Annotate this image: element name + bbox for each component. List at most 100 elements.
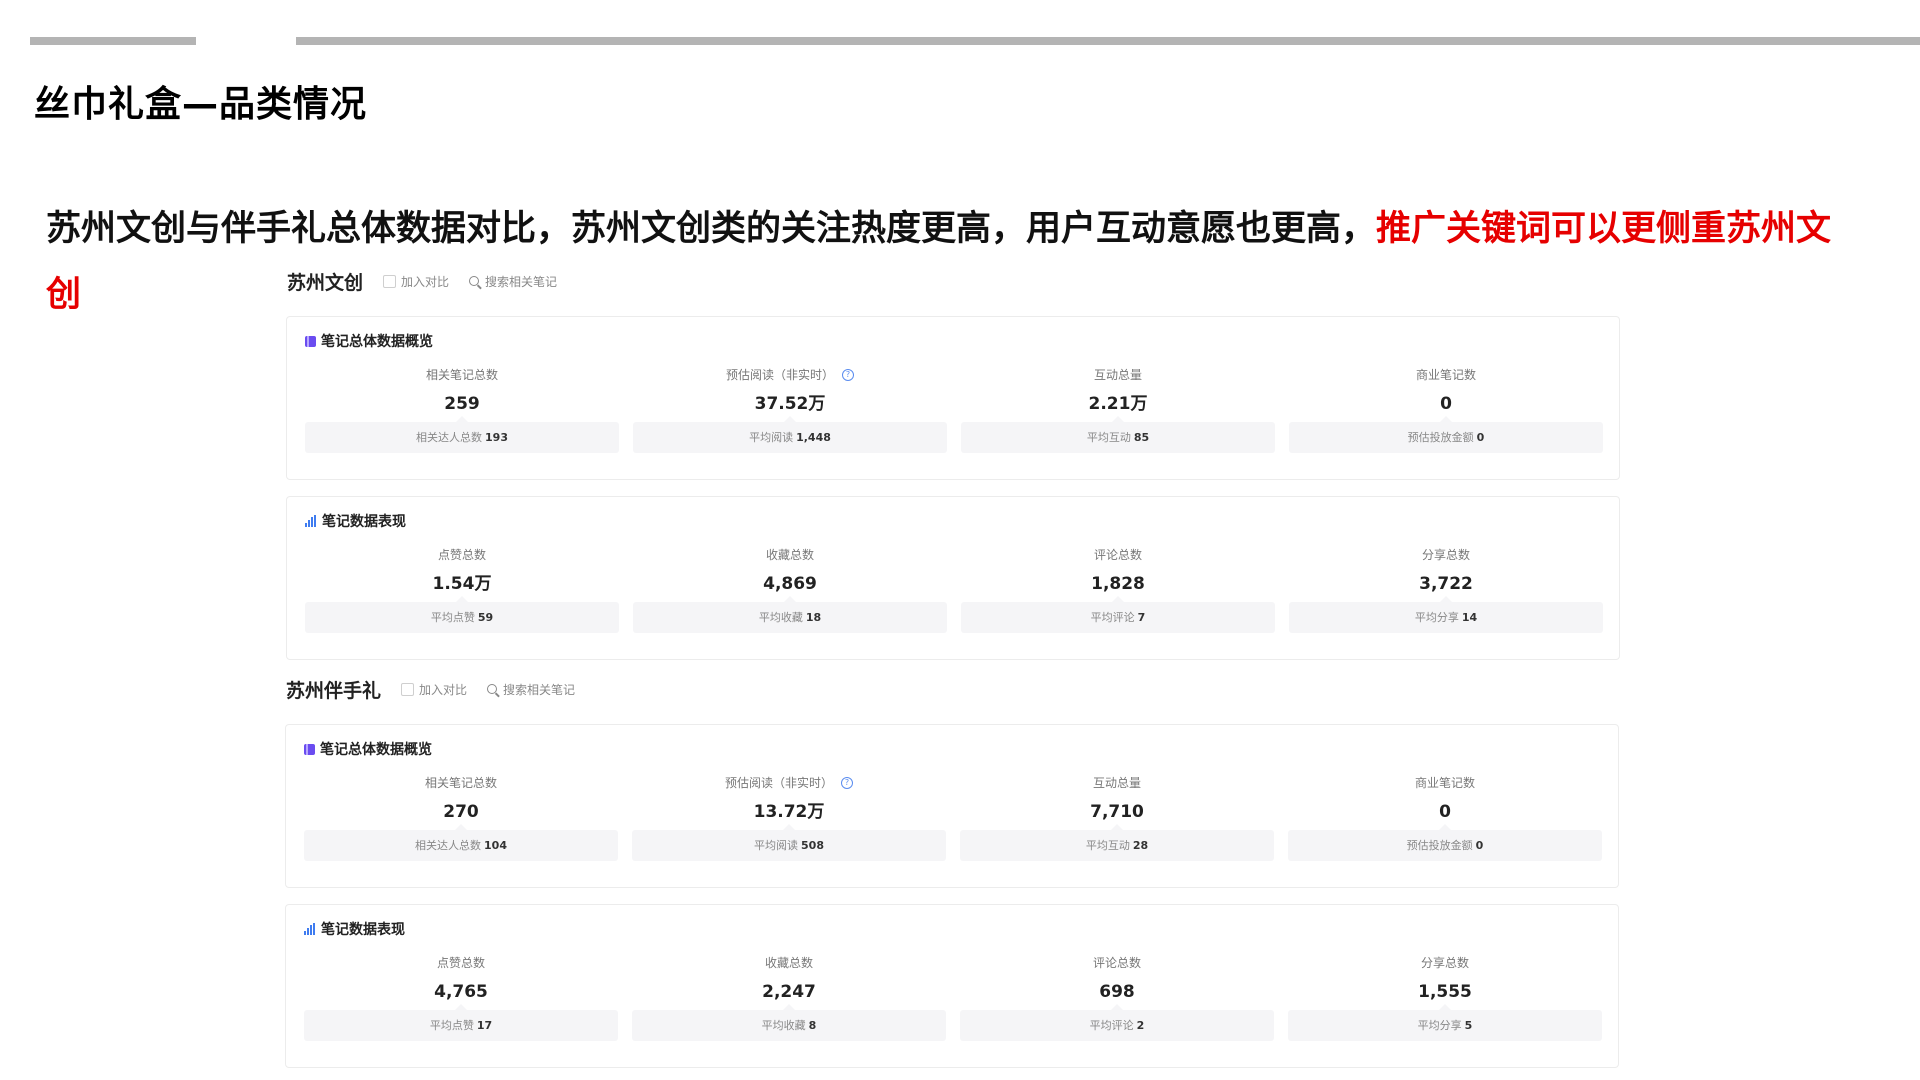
metric-value: 270: [443, 802, 479, 822]
search-notes-link[interactable]: 搜索相关笔记: [487, 681, 575, 698]
metric-sub: 平均点赞 59: [305, 596, 619, 633]
search-notes-link[interactable]: 搜索相关笔记: [469, 273, 557, 290]
metric-sub: 平均阅读 508: [632, 824, 946, 861]
compare-label: 加入对比: [401, 274, 450, 289]
metric-card: 预估阅读（非实时）? 13.72万 平均阅读 508: [632, 775, 946, 861]
add-compare-toggle[interactable]: 加入对比: [383, 273, 449, 290]
metric-label: 评论总数: [1092, 956, 1141, 970]
metric-value: 0: [1439, 802, 1451, 822]
metric-card: 评论总数 698 平均评论 2: [960, 955, 1274, 1041]
brand-header-suzhou-wenchuang: 苏州文创 加入对比 搜索相关笔记: [287, 266, 557, 296]
compare-label: 加入对比: [419, 682, 468, 697]
panel-header: 笔记总体数据概览: [304, 739, 432, 759]
metric-value: 13.72万: [753, 802, 825, 822]
metric-sub: 平均互动 28: [960, 824, 1274, 861]
metric-sub: 平均评论 7: [961, 596, 1275, 633]
metric-value: 2.21万: [1088, 394, 1148, 414]
metric-label: 评论总数: [1093, 548, 1142, 562]
metric-card: 商业笔记数 0 预估投放金额 0: [1289, 367, 1603, 453]
help-icon[interactable]: ?: [841, 777, 853, 789]
overview-panel: 笔记总体数据概览 相关笔记总数 270 相关达人总数 104 预估阅读（非实时）?…: [285, 724, 1619, 888]
performance-panel: 笔记数据表现 点赞总数 4,765 平均点赞 17 收藏总数 2,247 平均收藏…: [285, 904, 1619, 1068]
search-icon: [487, 684, 498, 694]
top-rule-right: [296, 37, 1920, 45]
metric-label: 预估阅读（非实时）?: [632, 775, 946, 791]
compare-checkbox[interactable]: [383, 274, 397, 288]
overview-panel: 笔记总体数据概览 相关笔记总数 259 相关达人总数 193 预估阅读（非实时）?…: [286, 316, 1620, 480]
metric-card: 互动总量 2.21万 平均互动 85: [961, 367, 1275, 453]
metric-value: 259: [444, 394, 480, 414]
metric-sub: 平均收藏 18: [633, 596, 947, 633]
metric-label: 互动总量: [1092, 776, 1141, 790]
bar-chart-icon: [304, 923, 316, 935]
metric-label: 互动总量: [1093, 368, 1142, 382]
metric-label: 分享总数: [1421, 548, 1470, 562]
metric-label: 收藏总数: [764, 956, 813, 970]
add-compare-toggle[interactable]: 加入对比: [401, 681, 467, 698]
metric-card: 分享总数 1,555 平均分享 5: [1288, 955, 1602, 1041]
summary-body: 苏州文创与伴手礼总体数据对比，苏州文创类的关注热度更高，用户互动意愿也更高，: [46, 209, 1377, 249]
metric-label: 相关笔记总数: [425, 368, 498, 382]
metric-card: 收藏总数 4,869 平均收藏 18: [633, 547, 947, 633]
panel-header: 笔记数据表现: [304, 919, 405, 939]
metric-sub: 相关达人总数 193: [305, 416, 619, 453]
panel-title: 笔记总体数据概览: [320, 742, 432, 758]
metric-label: 点赞总数: [436, 956, 485, 970]
metric-sub: 平均评论 2: [960, 1004, 1274, 1041]
panel-title: 笔记数据表现: [322, 514, 406, 530]
metric-sub: 预估投放金额 0: [1289, 416, 1603, 453]
metric-sub: 平均分享 14: [1289, 596, 1603, 633]
metric-label: 点赞总数: [437, 548, 486, 562]
metric-label: 商业笔记数: [1414, 776, 1475, 790]
metric-card: 点赞总数 1.54万 平均点赞 59: [305, 547, 619, 633]
metric-sub: 平均点赞 17: [304, 1004, 618, 1041]
metric-card: 相关笔记总数 259 相关达人总数 193: [305, 367, 619, 453]
book-icon: [304, 743, 315, 755]
help-icon[interactable]: ?: [842, 369, 854, 381]
panel-header: 笔记总体数据概览: [305, 331, 433, 351]
metric-value: 3,722: [1419, 574, 1473, 594]
metric-label: 商业笔记数: [1415, 368, 1476, 382]
summary-text: 苏州文创与伴手礼总体数据对比，苏州文创类的关注热度更高，用户互动意愿也更高，推广…: [46, 196, 1866, 328]
metric-value: 698: [1099, 982, 1135, 1002]
panel-header: 笔记数据表现: [305, 511, 406, 531]
search-notes-label: 搜索相关笔记: [503, 682, 576, 697]
metric-label: 分享总数: [1420, 956, 1469, 970]
compare-checkbox[interactable]: [401, 682, 415, 696]
metric-sub: 平均阅读 1,448: [633, 416, 947, 453]
brand-name: 苏州伴手礼: [286, 679, 382, 702]
metric-card: 分享总数 3,722 平均分享 14: [1289, 547, 1603, 633]
metric-sub: 预估投放金额 0: [1288, 824, 1602, 861]
metric-value: 1.54万: [432, 574, 492, 594]
metric-card: 收藏总数 2,247 平均收藏 8: [632, 955, 946, 1041]
metric-card: 相关笔记总数 270 相关达人总数 104: [304, 775, 618, 861]
metric-sub: 平均收藏 8: [632, 1004, 946, 1041]
metric-sub: 相关达人总数 104: [304, 824, 618, 861]
page-title: 丝巾礼盒—品类情况: [34, 84, 368, 125]
metric-card: 点赞总数 4,765 平均点赞 17: [304, 955, 618, 1041]
panel-title: 笔记数据表现: [321, 922, 405, 938]
bar-chart-icon: [305, 515, 317, 527]
metric-sub: 平均分享 5: [1288, 1004, 1602, 1041]
metric-value: 4,869: [763, 574, 817, 594]
metric-card: 互动总量 7,710 平均互动 28: [960, 775, 1274, 861]
metric-card: 预估阅读（非实时）? 37.52万 平均阅读 1,448: [633, 367, 947, 453]
search-icon: [469, 276, 480, 286]
metric-value: 0: [1440, 394, 1452, 414]
metric-label: 预估阅读（非实时）?: [633, 367, 947, 383]
metric-card: 商业笔记数 0 预估投放金额 0: [1288, 775, 1602, 861]
metric-value: 37.52万: [754, 394, 826, 414]
book-icon: [305, 335, 316, 347]
metric-value: 2,247: [762, 982, 816, 1002]
metric-card: 评论总数 1,828 平均评论 7: [961, 547, 1275, 633]
metric-value: 1,555: [1418, 982, 1472, 1002]
brand-name: 苏州文创: [287, 271, 364, 294]
metric-value: 7,710: [1090, 802, 1144, 822]
performance-panel: 笔记数据表现 点赞总数 1.54万 平均点赞 59 收藏总数 4,869 平均收藏…: [286, 496, 1620, 660]
metric-value: 1,828: [1091, 574, 1145, 594]
metric-sub: 平均互动 85: [961, 416, 1275, 453]
brand-header-suzhou-banshouli: 苏州伴手礼 加入对比 搜索相关笔记: [286, 674, 575, 704]
search-notes-label: 搜索相关笔记: [485, 274, 558, 289]
metric-label: 收藏总数: [765, 548, 814, 562]
metric-label: 相关笔记总数: [424, 776, 497, 790]
